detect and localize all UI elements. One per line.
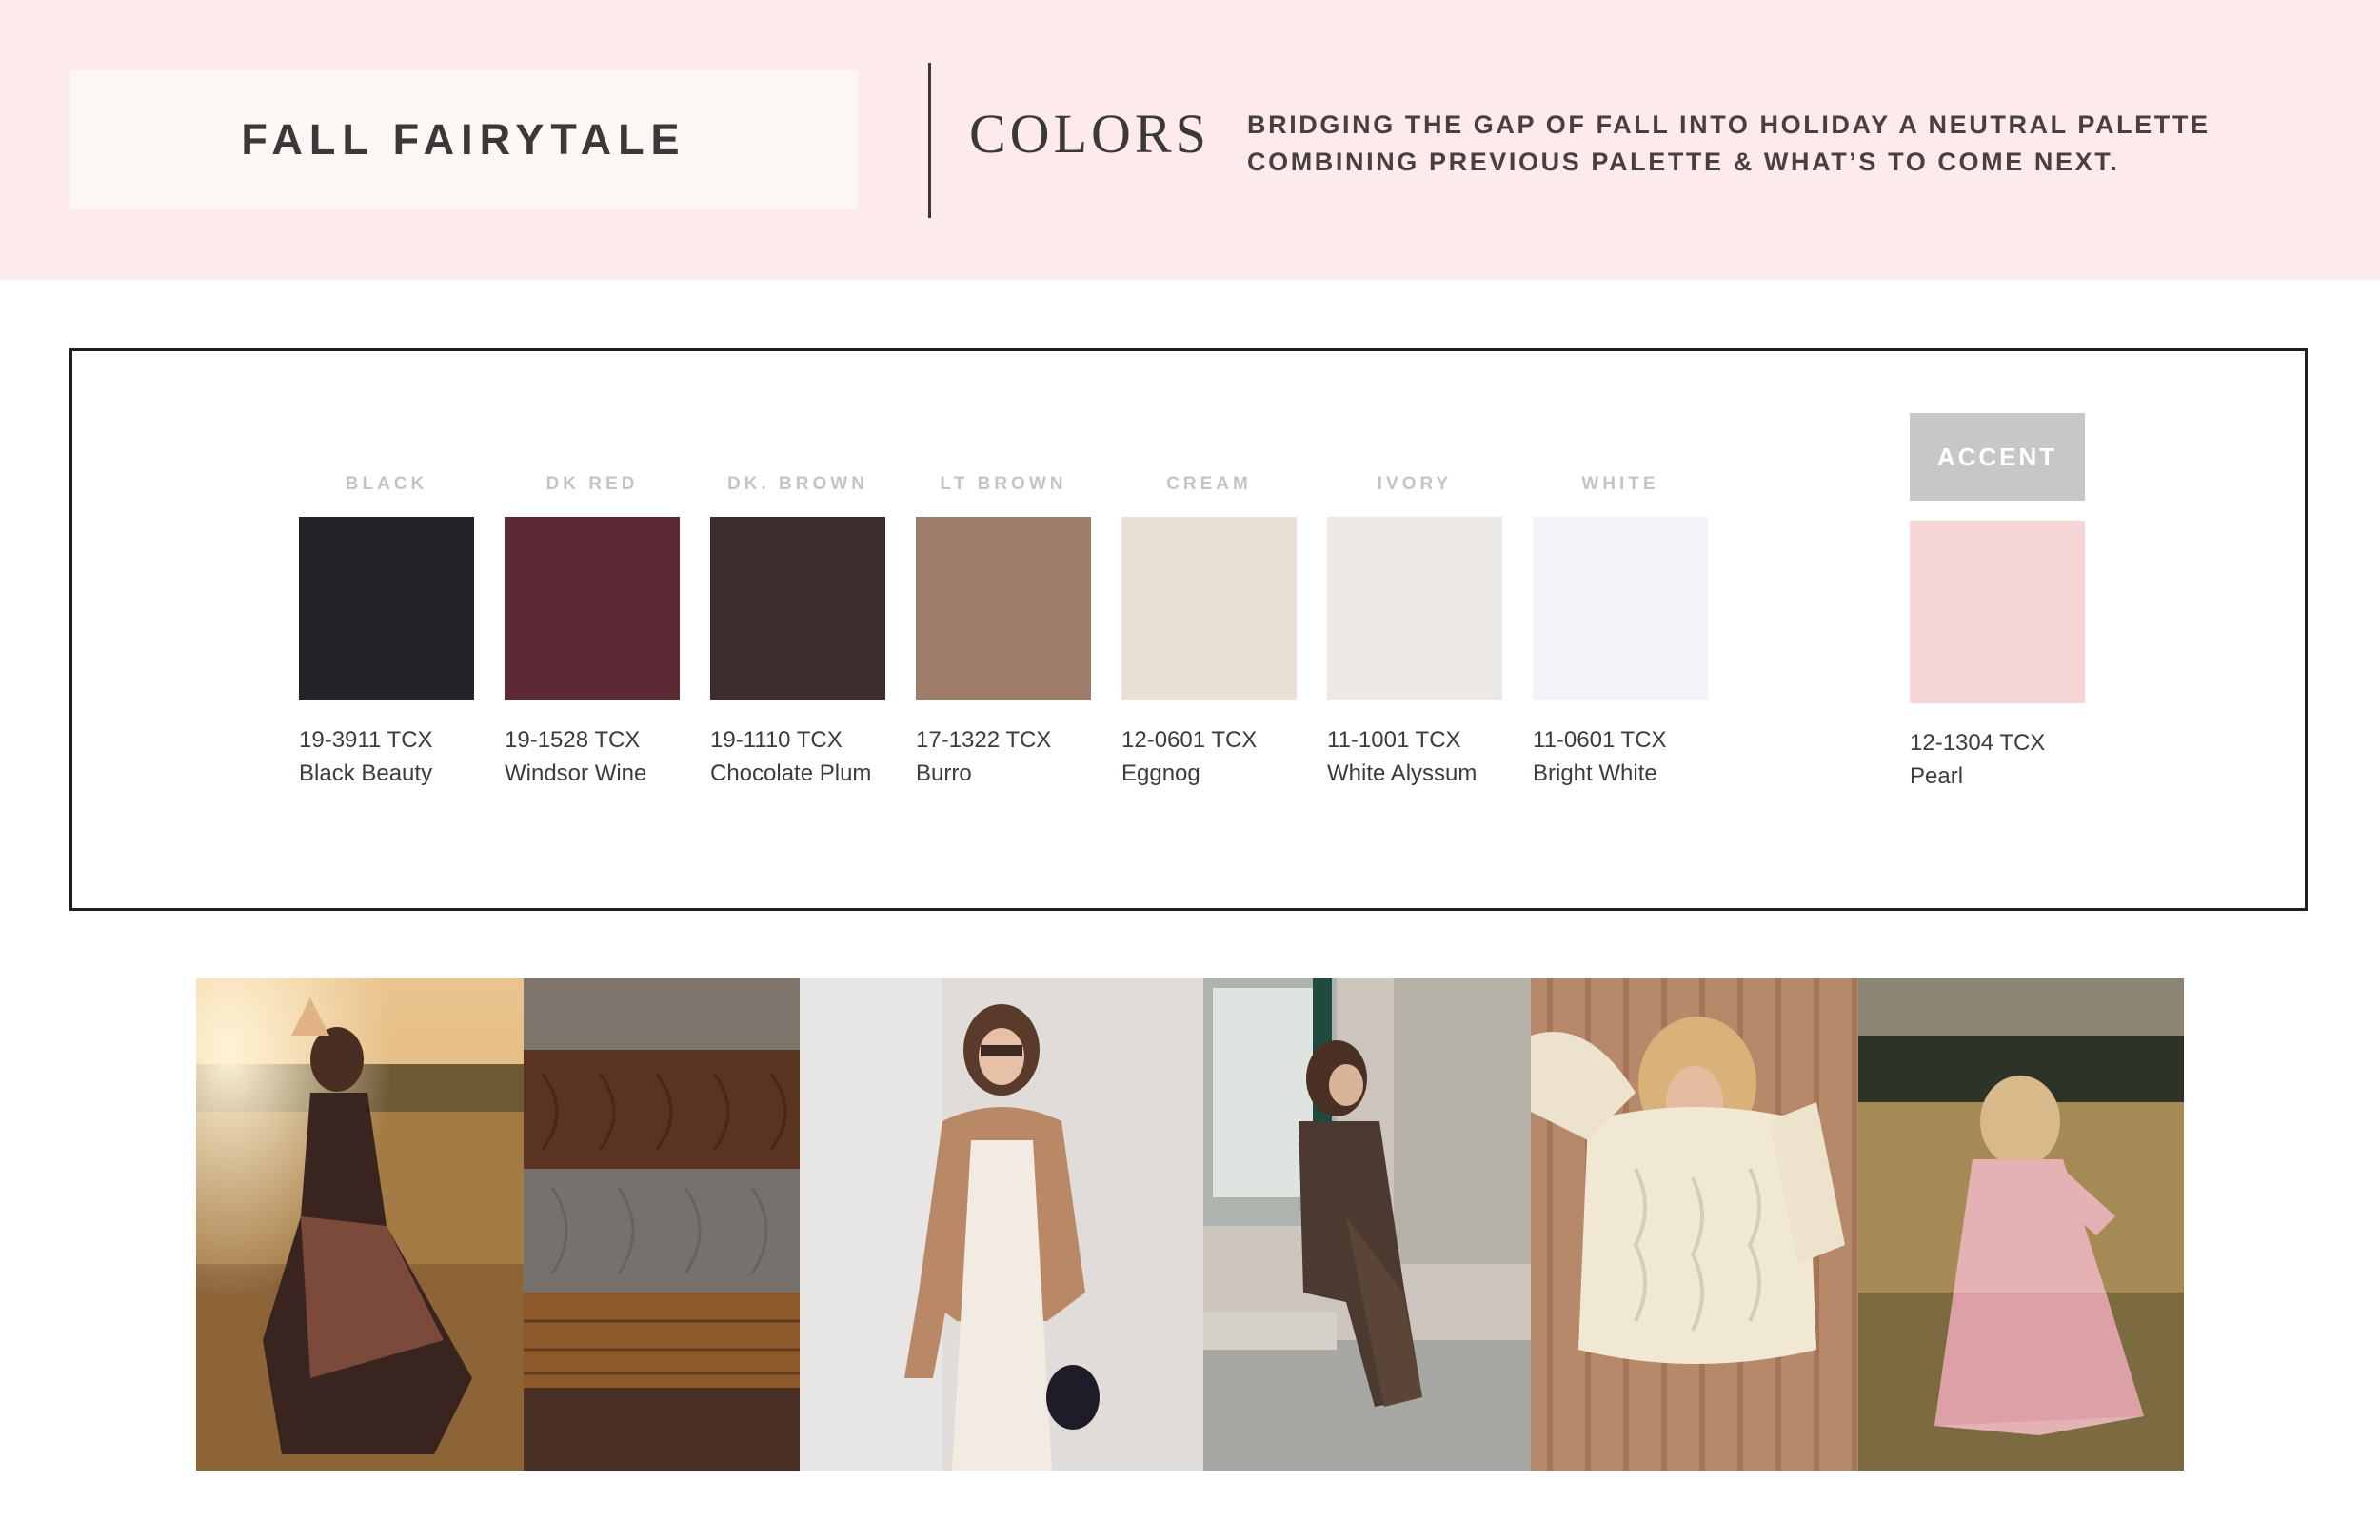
header-description-line: BRIDGING THE GAP OF FALL INTO HOLIDAY A …: [1247, 110, 2211, 139]
swatch-label: CREAM: [1166, 474, 1252, 494]
color-swatch: [505, 517, 680, 700]
swatch-label: LT BROWN: [940, 474, 1067, 494]
accent-badge: ACCENT: [1910, 413, 2085, 501]
header-divider: [928, 63, 931, 218]
swatch-name: Chocolate Plum: [710, 760, 872, 786]
swatch-code: 17-1322 TCX: [916, 727, 1052, 753]
moodboard-page: FALL FAIRYTALE COLORS BRIDGING THE GAP O…: [0, 0, 2380, 1540]
swatch-label: BLACK: [345, 474, 428, 494]
swatch-name: Black Beauty: [299, 760, 433, 786]
color-swatch: [1533, 517, 1708, 700]
swatch-code: 19-1110 TCX: [710, 727, 843, 753]
swatch-label: IVORY: [1377, 474, 1453, 494]
swatch-code: 19-1528 TCX: [505, 727, 641, 753]
swatch-code: 12-0601 TCX: [1121, 727, 1258, 753]
header-band: FALL FAIRYTALE COLORS BRIDGING THE GAP O…: [0, 0, 2380, 280]
swatch-label: DK RED: [545, 474, 639, 494]
swatch-name: Pearl: [1910, 763, 1964, 789]
palette-panel: BLACK 19-3911 TCX Black Beauty DK RED 19…: [69, 348, 2308, 911]
photo-knit-sweaters-stack: [524, 978, 800, 1471]
photo-tan-jacket-model: [800, 978, 1203, 1471]
color-swatch: [916, 517, 1091, 700]
swatch-code: 19-3911 TCX: [299, 727, 433, 753]
swatch-name: White Alyssum: [1327, 760, 1478, 786]
swatch-name: Burro: [916, 760, 972, 786]
photo-seated-woman-street: [1203, 978, 1531, 1471]
photo-floral-dress-field: [196, 978, 524, 1471]
title-box: FALL FAIRYTALE: [69, 70, 858, 209]
header-description-line: COMBINING PREVIOUS PALETTE & WHAT’S TO C…: [1247, 148, 2120, 176]
swatch-label: WHITE: [1581, 474, 1659, 494]
swatch-name: Eggnog: [1121, 760, 1200, 786]
page-title: FALL FAIRYTALE: [241, 115, 686, 164]
section-title: COLORS: [969, 103, 1210, 165]
accent-color-swatch: [1910, 521, 2085, 703]
swatch-code: 11-1001 TCX: [1327, 727, 1461, 753]
color-swatch: [1327, 517, 1502, 700]
swatch-code: 12-1304 TCX: [1910, 730, 2046, 756]
photo-strip: [196, 978, 2184, 1471]
color-swatch: [1121, 517, 1297, 700]
photo-cream-cable-sweater: [1531, 978, 1858, 1471]
swatch-code: 11-0601 TCX: [1533, 727, 1667, 753]
color-swatch: [299, 517, 474, 700]
swatch-label: DK. BROWN: [727, 474, 868, 494]
swatch-name: Windsor Wine: [505, 760, 647, 786]
photo-pink-dress-meadow: [1858, 978, 2184, 1471]
header-description: BRIDGING THE GAP OF FALL INTO HOLIDAY A …: [1247, 107, 2342, 181]
swatch-name: Bright White: [1533, 760, 1657, 786]
color-swatch: [710, 517, 885, 700]
